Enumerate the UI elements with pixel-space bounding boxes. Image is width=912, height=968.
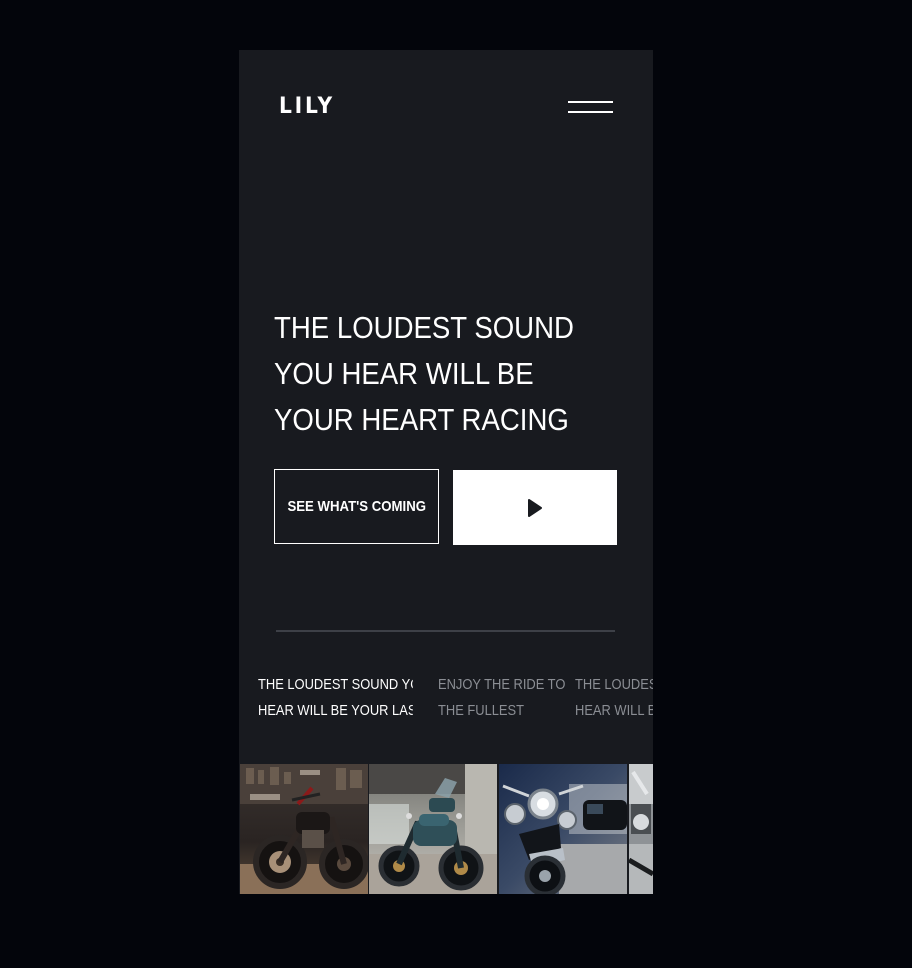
slide-item-active[interactable]: THE LOUDEST SOUND YOU HEAR WILL BE YOUR …	[258, 672, 413, 724]
slide-title-line-2: HEAR WILL BE YOUR LAS...	[258, 702, 413, 719]
motorcycle-garage-photo	[240, 764, 368, 894]
motorcycle-street-photo	[369, 764, 497, 894]
motorcycle-chrome-photo	[629, 764, 653, 894]
slide-item[interactable]: THE LOUDEST HEAR WILL BE	[575, 672, 653, 724]
thumbnail-street[interactable]	[369, 764, 497, 894]
thumbnail-strip	[239, 764, 653, 894]
slide-item[interactable]: ENJOY THE RIDE TO THE FULLEST	[438, 672, 567, 724]
headline-slider[interactable]: THE LOUDEST SOUND YOU HEAR WILL BE YOUR …	[239, 672, 653, 732]
slide-title-line-2: THE FULLEST	[438, 702, 525, 719]
see-whats-coming-label: SEE WHAT'S COMING	[287, 498, 426, 515]
hamburger-menu-button[interactable]	[563, 96, 617, 120]
slide-title-line-1: THE LOUDEST SOUND YOU	[258, 676, 413, 693]
thumbnail-garage[interactable]	[240, 764, 368, 894]
motorcycle-parking-photo	[499, 764, 627, 894]
see-whats-coming-button[interactable]: SEE WHAT'S COMING	[274, 469, 439, 544]
section-divider	[276, 630, 615, 632]
hero-headline: THE LOUDEST SOUND YOU HEAR WILL BE YOUR …	[274, 310, 574, 437]
slide-title-line-1: ENJOY THE RIDE TO	[438, 676, 566, 693]
slide-title-line-1: THE LOUDEST	[575, 676, 653, 693]
brand-logo[interactable]: LILY	[279, 93, 335, 121]
thumbnail-parking[interactable]	[499, 764, 627, 894]
play-video-button[interactable]	[453, 470, 617, 545]
thumbnail-chrome[interactable]	[629, 764, 653, 894]
play-icon	[528, 498, 542, 517]
mobile-app-frame: LILY THE LOUDEST SOUND YOU HEAR WILL BE …	[239, 50, 653, 894]
slide-title-line-2: HEAR WILL BE	[575, 702, 653, 719]
